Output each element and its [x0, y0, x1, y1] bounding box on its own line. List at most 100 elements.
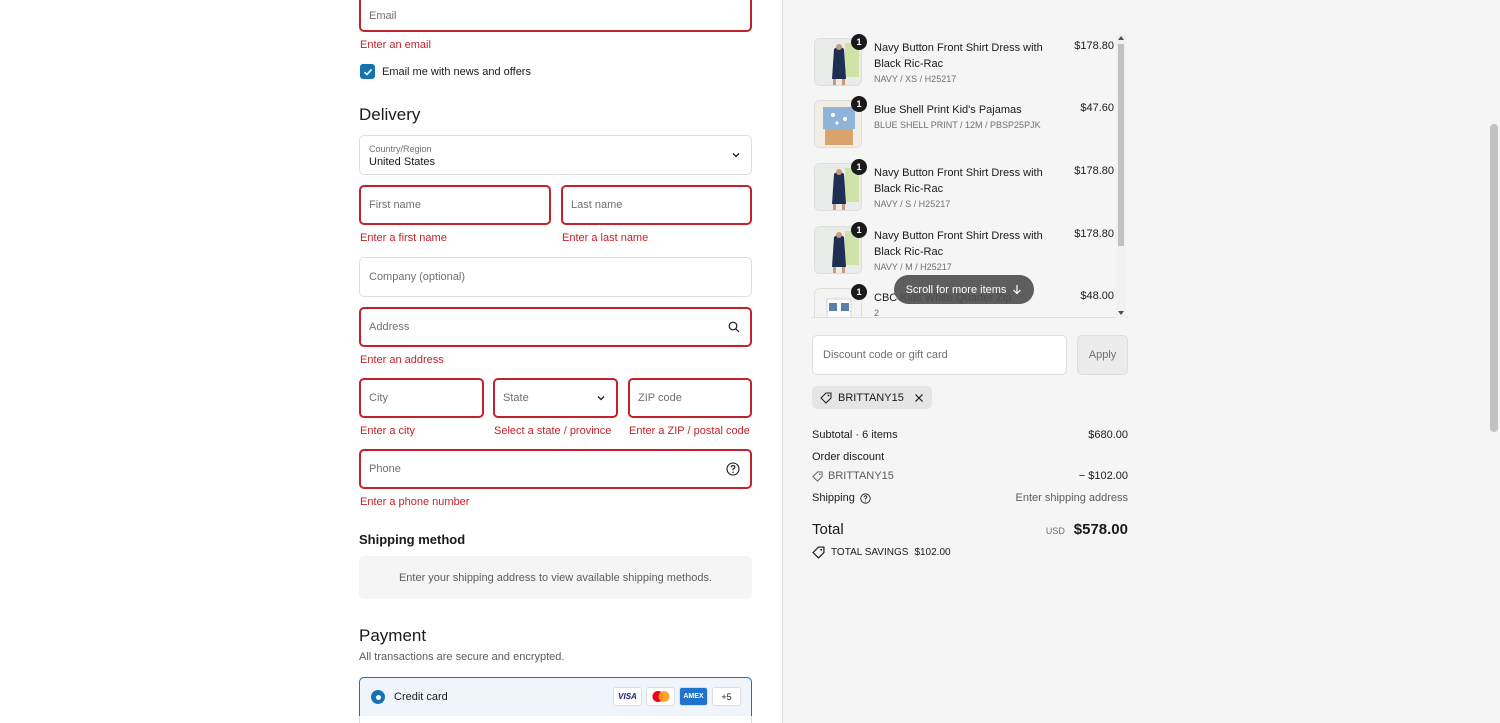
item-variant: NAVY / XS / H25217	[874, 74, 957, 84]
last-name-error: Enter a last name	[562, 232, 649, 244]
quantity-badge: 1	[851, 34, 867, 50]
address-input[interactable]: Address	[359, 307, 752, 347]
cart-item: 1 Navy Button Front Shirt Dress with Bla…	[812, 222, 1116, 282]
help-icon[interactable]	[726, 462, 740, 476]
discount-code-input[interactable]: Discount code or gift card	[812, 335, 1067, 375]
phone-input[interactable]: Phone	[359, 449, 752, 489]
last-name-input[interactable]: Last name	[561, 185, 752, 225]
shipping-method-message: Enter your shipping address to view avai…	[359, 556, 752, 599]
scroll-down-arrow-icon[interactable]	[1118, 311, 1124, 315]
total-label: Total	[812, 521, 844, 538]
shipping-label-wrap: Shipping	[812, 492, 871, 504]
item-details: Blue Shell Print Kid's Pajamas BLUE SHEL…	[874, 102, 1054, 132]
savings-value: $102.00	[914, 547, 951, 558]
chevron-down-icon	[731, 150, 741, 160]
quantity-badge: 1	[851, 159, 867, 175]
discount-code-label: BRITTANY15	[828, 470, 894, 482]
zip-placeholder: ZIP code	[638, 392, 682, 404]
credit-card-option[interactable]: Credit card VISA AMEX +5	[359, 677, 752, 717]
shipping-label: Shipping	[812, 492, 855, 504]
subtotal-label: Subtotal · 6 items	[812, 429, 898, 441]
email-error: Enter an email	[360, 39, 431, 51]
email-input[interactable]: Email	[359, 0, 752, 32]
more-cards-label: +5	[721, 691, 732, 702]
country-value: United States	[369, 156, 436, 168]
applied-code: BRITTANY15	[838, 391, 904, 404]
item-price: $47.60	[1080, 102, 1114, 114]
credit-card-radio[interactable]	[371, 690, 385, 704]
item-name: Navy Button Front Shirt Dress with Black…	[874, 230, 1043, 258]
credit-card-details	[359, 716, 752, 723]
credit-card-label: Credit card	[394, 691, 448, 703]
item-price: $178.80	[1074, 228, 1114, 240]
card-logos: VISA AMEX +5	[613, 687, 741, 706]
discount-code-tag: BRITTANY15	[812, 470, 894, 482]
first-name-error: Enter a first name	[360, 232, 447, 244]
discount-value: − $102.00	[1078, 470, 1128, 482]
item-details: Navy Button Front Shirt Dress with Black…	[874, 165, 1054, 211]
address-error: Enter an address	[360, 354, 444, 366]
last-name-placeholder: Last name	[571, 199, 623, 211]
delivery-heading: Delivery	[359, 105, 421, 124]
applied-discount-chip: BRITTANY15	[812, 386, 932, 409]
help-icon[interactable]	[860, 492, 871, 504]
more-cards-badge: +5	[712, 687, 741, 706]
zip-input[interactable]: ZIP code	[628, 378, 752, 418]
cart-item: 1 Navy Button Front Shirt Dress with Bla…	[812, 159, 1116, 219]
company-placeholder: Company (optional)	[369, 271, 465, 283]
order-discount-label: Order discount	[812, 451, 885, 463]
newsletter-checkbox[interactable]	[360, 64, 375, 79]
cart-item: 1 Navy Button Front Shirt Dress with Bla…	[812, 34, 1116, 94]
country-label: Country/Region	[369, 144, 432, 154]
shipping-row: Shipping Enter shipping address	[812, 492, 1128, 504]
shipping-method-heading: Shipping method	[359, 532, 466, 547]
item-variant: BLUE SHELL PRINT / 12M / PBSP25PJK	[874, 120, 1041, 130]
shipping-value: Enter shipping address	[1015, 492, 1128, 504]
tag-icon	[812, 470, 823, 482]
state-error: Select a state / province	[494, 425, 612, 437]
amex-icon: AMEX	[679, 687, 708, 706]
item-price: $178.80	[1074, 40, 1114, 52]
item-details: Navy Button Front Shirt Dress with Black…	[874, 228, 1054, 274]
company-input[interactable]: Company (optional)	[359, 257, 752, 297]
savings-label: TOTAL SAVINGS	[831, 547, 909, 558]
discount-code-row: BRITTANY15 − $102.00	[812, 470, 1128, 482]
scroll-up-arrow-icon[interactable]	[1118, 36, 1124, 40]
cart-list-scrollbar[interactable]	[1116, 34, 1126, 318]
discount-placeholder: Discount code or gift card	[823, 349, 948, 361]
apply-discount-button[interactable]: Apply	[1077, 335, 1128, 375]
total-currency: USD	[1045, 526, 1065, 536]
first-name-placeholder: First name	[369, 199, 421, 211]
country-select[interactable]: Country/Region United States	[359, 135, 752, 175]
quantity-badge: 1	[851, 284, 867, 300]
order-discount-row: Order discount	[812, 451, 1128, 463]
phone-placeholder: Phone	[369, 463, 401, 475]
apply-label: Apply	[1088, 349, 1117, 361]
amex-label: AMEX	[683, 693, 704, 700]
first-name-input[interactable]: First name	[359, 185, 551, 225]
tag-icon	[820, 392, 832, 404]
checkout-form-panel: Email Enter an email Email me with news …	[0, 0, 782, 723]
state-select[interactable]: State	[493, 378, 618, 418]
city-error: Enter a city	[360, 425, 416, 437]
total-amount-wrap: USD $578.00	[1046, 521, 1128, 538]
item-variant: 2	[874, 308, 880, 318]
city-input[interactable]: City	[359, 378, 484, 418]
arrow-down-icon	[1013, 285, 1022, 295]
total-savings: TOTAL SAVINGS $102.00	[812, 546, 951, 559]
payment-heading: Payment	[359, 626, 427, 645]
scroll-for-more-button[interactable]: Scroll for more items	[894, 275, 1034, 304]
phone-error: Enter a phone number	[360, 496, 470, 508]
item-variant: NAVY / S / H25217	[874, 199, 951, 209]
cart-list-scroll-thumb[interactable]	[1118, 44, 1124, 246]
mastercard-icon	[646, 687, 675, 706]
page-scrollbar-thumb[interactable]	[1490, 124, 1498, 432]
remove-discount-icon[interactable]	[914, 393, 924, 403]
address-placeholder: Address	[369, 321, 410, 333]
item-price: $178.80	[1074, 165, 1114, 177]
chevron-down-icon	[596, 393, 606, 403]
item-price: $48.00	[1080, 290, 1114, 302]
state-placeholder: State	[503, 392, 529, 404]
shipping-method-text: Enter your shipping address to view avai…	[398, 571, 713, 584]
total-row: Total USD $578.00	[812, 521, 1128, 538]
